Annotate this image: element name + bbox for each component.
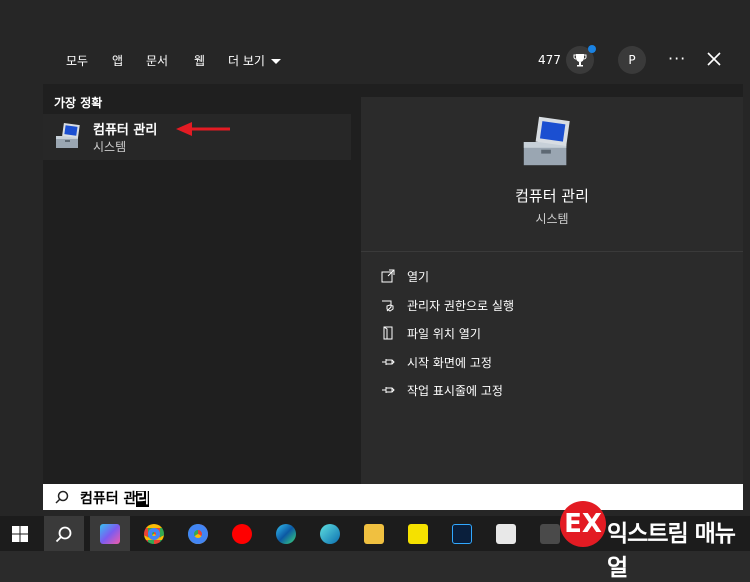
calculator-icon — [540, 523, 560, 544]
file-location-icon — [383, 326, 393, 340]
notepad-icon — [496, 523, 516, 544]
best-match-heading: 가장 정확 — [54, 96, 103, 110]
taskbar-copilot[interactable] — [90, 516, 130, 551]
watermark-title: 익스트림 매뉴얼 — [607, 521, 736, 581]
action-pin-to-taskbar[interactable]: 작업 표시줄에 고정 — [381, 380, 503, 400]
action-open[interactable]: 열기 — [381, 266, 429, 286]
results-pane: 가장 정확 컴퓨터 관리 시스템 — [43, 84, 351, 484]
actions-list: 열기 관리자 권한으로 실행 파일 위치 열기 시작 화면에 고정 작업 표시줄… — [361, 252, 743, 484]
start-button[interactable] — [0, 516, 40, 551]
tab-more-label: 더 보기 — [228, 54, 265, 68]
copilot-icon — [100, 523, 120, 544]
watermark: EX More Better IT Life 익스트림 매뉴얼 — [560, 500, 750, 581]
open-icon — [381, 269, 395, 283]
search-icon — [55, 490, 69, 504]
search-query-text: 컴퓨터 관 — [80, 491, 137, 507]
result-subtitle: 시스템 — [93, 140, 127, 154]
action-open-file-location[interactable]: 파일 위치 열기 — [381, 323, 481, 343]
tab-documents[interactable]: 문서 — [146, 52, 168, 69]
photoshop-icon — [452, 523, 472, 544]
youtube-music-icon — [232, 523, 252, 544]
chrome-icon — [144, 523, 164, 544]
avatar-letter: P — [628, 53, 636, 67]
chrome-profile-icon — [188, 523, 208, 544]
preview-pane: 컴퓨터 관리 시스템 열기 관리자 권한으로 실행 파일 위치 열기 시작 화면… — [361, 97, 743, 484]
pin-icon — [382, 387, 395, 393]
preview-title: 컴퓨터 관리 — [515, 187, 589, 205]
tab-all[interactable]: 모두 — [66, 52, 88, 69]
action-label: 파일 위치 열기 — [407, 326, 481, 341]
taskbar-file-explorer[interactable] — [354, 516, 394, 551]
rewards-points: 477 — [538, 53, 561, 67]
search-panel: 모두 앱 문서 웹 더 보기 477 P ··· 가장 정확 컴퓨터 관리 시스… — [43, 38, 743, 484]
search-icon — [55, 526, 72, 542]
avatar[interactable]: P — [618, 46, 646, 74]
action-run-as-admin[interactable]: 관리자 권한으로 실행 — [381, 295, 514, 315]
computer-management-icon — [56, 122, 80, 148]
action-pin-to-start[interactable]: 시작 화면에 고정 — [381, 352, 492, 372]
taskbar-youtube-music[interactable] — [222, 516, 262, 551]
taskbar-kakao-player[interactable] — [398, 516, 438, 551]
watermark-logo: EX — [560, 501, 606, 547]
search-panel-topbar: 모두 앱 문서 웹 더 보기 477 P ··· — [43, 38, 743, 84]
file-explorer-icon — [364, 523, 384, 544]
taskbar-chrome[interactable] — [134, 516, 174, 551]
trophy-icon — [573, 54, 587, 67]
taskbar-edge[interactable] — [266, 516, 306, 551]
taskbar-chrome-profile[interactable] — [178, 516, 218, 551]
shield-icon — [382, 300, 394, 312]
tab-more[interactable]: 더 보기 — [228, 52, 281, 69]
preview-subtitle: 시스템 — [535, 212, 569, 226]
kakao-player-icon — [408, 523, 428, 544]
notification-badge — [588, 45, 596, 53]
action-label: 열기 — [407, 269, 430, 284]
taskbar-photoshop[interactable] — [442, 516, 482, 551]
preview-header: 컴퓨터 관리 시스템 — [361, 97, 743, 251]
action-label: 작업 표시줄에 고정 — [407, 383, 503, 398]
pin-icon — [382, 359, 395, 365]
browser-icon — [320, 523, 340, 544]
watermark-tagline: More Better IT Life — [607, 503, 682, 512]
chevron-down-icon — [270, 59, 281, 64]
result-title: 컴퓨터 관리 — [93, 123, 158, 138]
edge-icon — [276, 523, 296, 544]
tab-web[interactable]: 웹 — [194, 52, 205, 69]
tab-apps[interactable]: 앱 — [112, 52, 123, 69]
action-label: 관리자 권한으로 실행 — [407, 298, 514, 313]
more-options-icon[interactable]: ··· — [668, 49, 686, 68]
close-icon[interactable] — [705, 50, 723, 68]
taskbar-notepad[interactable] — [486, 516, 526, 551]
taskbar-browser[interactable] — [310, 516, 350, 551]
action-label: 시작 화면에 고정 — [407, 355, 492, 370]
search-query-selected: 리 — [136, 491, 150, 507]
start-icon — [12, 525, 28, 542]
taskbar-search-button[interactable] — [44, 516, 84, 551]
red-arrow-annotation — [176, 122, 230, 136]
computer-management-icon — [523, 116, 570, 166]
search-query: 컴퓨터 관리 — [80, 488, 150, 508]
